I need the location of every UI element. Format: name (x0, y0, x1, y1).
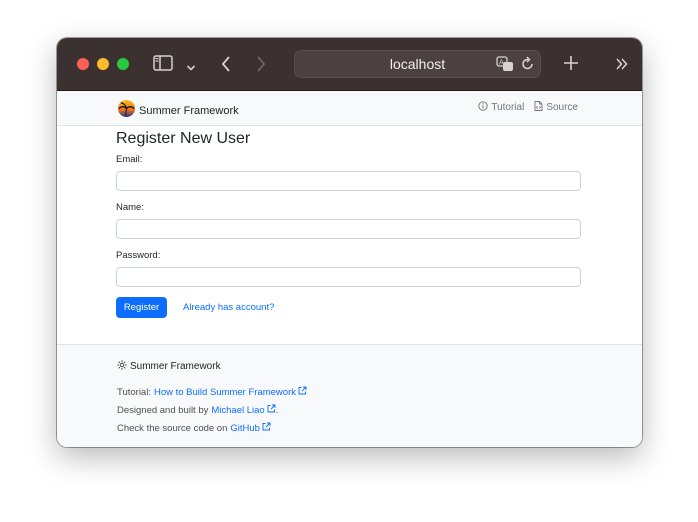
footer-brand-label: Summer Framework (130, 361, 221, 372)
footer-source-prefix: Check the source code on (117, 422, 228, 434)
info-icon (478, 101, 488, 114)
register-form: Register New User Email: Name: Password:… (116, 130, 583, 318)
close-window-button[interactable] (77, 58, 89, 70)
name-field[interactable] (116, 219, 581, 239)
svg-text:A: A (499, 59, 504, 67)
browser-window: localhost A Summer Framework Tutorial So… (57, 38, 642, 447)
back-icon[interactable] (220, 55, 232, 78)
sun-icon (117, 360, 127, 373)
minimize-window-button[interactable] (97, 58, 109, 70)
nav-source-link[interactable]: Source (534, 101, 578, 114)
address-bar[interactable]: localhost A (294, 50, 541, 78)
password-field[interactable] (116, 267, 581, 287)
email-field[interactable] (116, 171, 581, 191)
page-title: Register New User (116, 130, 251, 147)
brand-title: Summer Framework (139, 105, 239, 117)
register-button[interactable]: Register (116, 297, 167, 318)
password-label: Password: (116, 250, 161, 261)
zoom-window-button[interactable] (117, 58, 129, 70)
forward-icon[interactable] (255, 55, 267, 78)
palm-logo-icon (117, 99, 136, 123)
footer-tutorial-prefix: Tutorial: (117, 386, 151, 398)
chevron-double-right-icon[interactable] (615, 57, 629, 75)
site-navbar: Summer Framework Tutorial Source (57, 91, 642, 126)
navbar-brand[interactable]: Summer Framework (117, 99, 239, 123)
name-label: Name: (116, 202, 144, 213)
external-link-icon (267, 404, 276, 416)
footer-designed-line: Designed and built by Michael Liao . (117, 404, 278, 416)
site-footer: Summer Framework Tutorial: How to Build … (57, 344, 642, 447)
footer-tutorial-line: Tutorial: How to Build Summer Framework (117, 386, 307, 398)
new-tab-icon[interactable] (563, 55, 579, 76)
footer-tutorial-link[interactable]: How to Build Summer Framework (154, 387, 296, 398)
footer-source-line: Check the source code on GitHub (117, 422, 271, 434)
footer-brand: Summer Framework (117, 360, 221, 373)
nav-source-label: Source (546, 102, 578, 113)
footer-github-link[interactable]: GitHub (230, 423, 260, 434)
browser-toolbar: localhost A (57, 38, 642, 91)
nav-tutorial-link[interactable]: Tutorial (478, 101, 524, 114)
translate-icon[interactable]: A (496, 56, 514, 77)
footer-designed-suffix: . (275, 404, 279, 416)
reload-icon[interactable] (521, 56, 535, 77)
chevron-down-icon[interactable] (186, 59, 196, 77)
email-label: Email: (116, 154, 143, 165)
footer-designed-prefix: Designed and built by (117, 404, 209, 416)
sidebar-toggle-icon[interactable] (153, 55, 173, 76)
footer-author-link[interactable]: Michael Liao (211, 405, 264, 416)
external-link-icon (262, 422, 271, 434)
external-link-icon (298, 386, 307, 398)
signin-link[interactable]: Already has account? (183, 302, 274, 313)
nav-tutorial-label: Tutorial (491, 102, 525, 113)
file-code-icon (534, 101, 543, 114)
